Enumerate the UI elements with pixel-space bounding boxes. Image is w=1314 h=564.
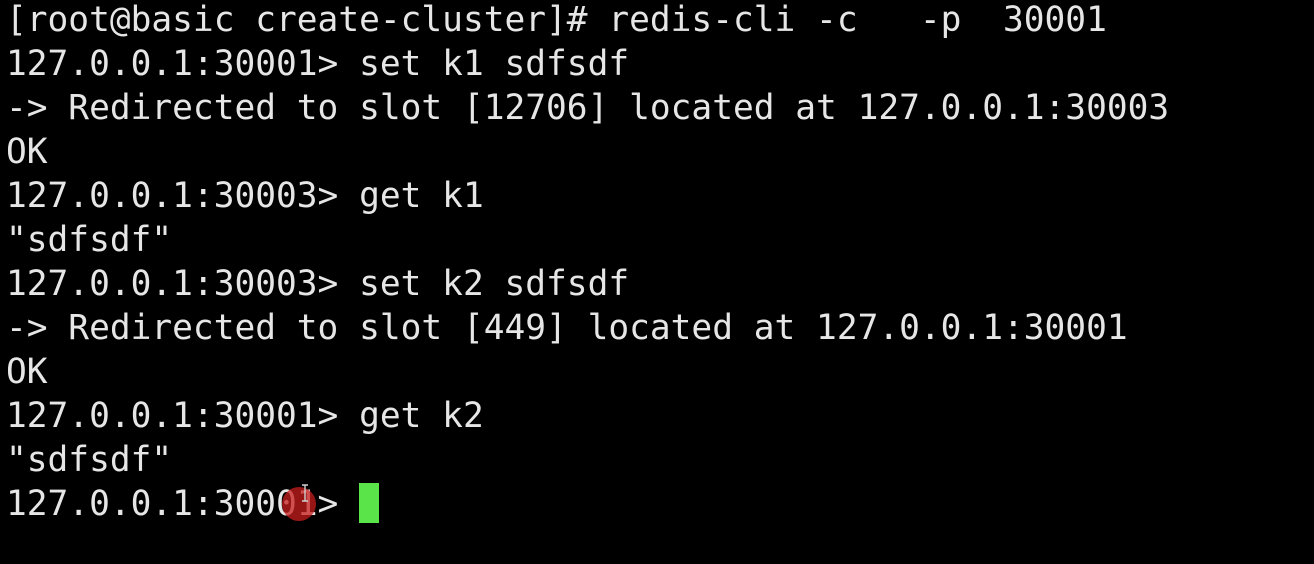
terminal-output: [root@basic create-cluster]# redis-cli -… [6, 0, 1314, 526]
terminal-line: OK [6, 132, 48, 172]
terminal-line: 127.0.0.1:30003> get k1 [6, 176, 484, 216]
terminal-line: [root@basic create-cluster]# redis-cli -… [6, 0, 1107, 40]
terminal-line: 127.0.0.1:30001> get k2 [6, 396, 484, 436]
terminal-line: -> Redirected to slot [449] located at 1… [6, 308, 1128, 348]
ibeam-cursor-icon [302, 484, 308, 502]
terminal-line: OK [6, 352, 48, 392]
terminal-input-line[interactable]: 127.0.0.1:30001> [6, 482, 1314, 526]
terminal-line: -> Redirected to slot [12706] located at… [6, 88, 1170, 128]
terminal-line: "sdfsdf" [6, 440, 173, 480]
terminal-window[interactable]: [root@basic create-cluster]# redis-cli -… [0, 0, 1314, 564]
click-highlight-icon [282, 487, 316, 521]
terminal-line: "sdfsdf" [6, 220, 173, 260]
terminal-line: 127.0.0.1:30001> set k1 sdfsdf [6, 44, 630, 84]
text-cursor [359, 483, 380, 523]
terminal-line: 127.0.0.1:30003> set k2 sdfsdf [6, 264, 630, 304]
